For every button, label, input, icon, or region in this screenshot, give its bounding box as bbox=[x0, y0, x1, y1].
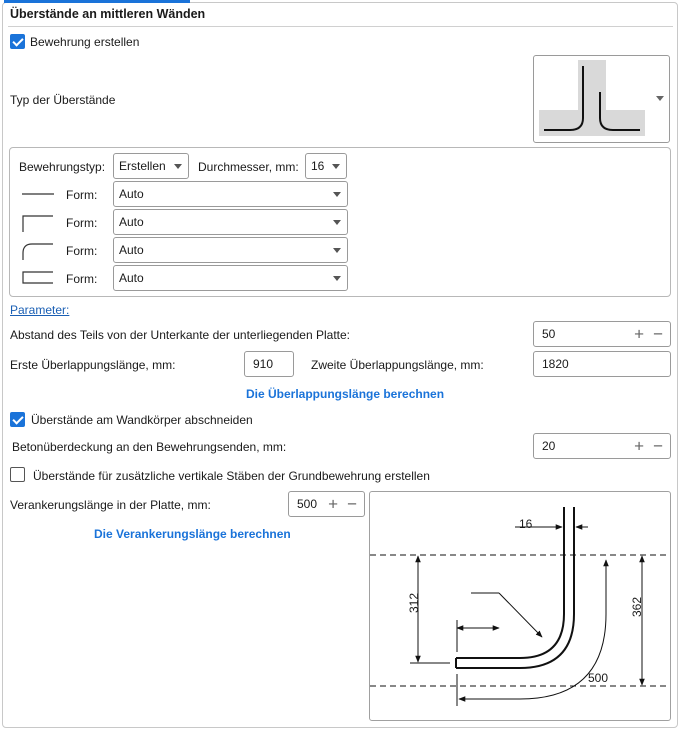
straight-bar-icon bbox=[22, 193, 54, 195]
create-reinforcement-checkbox[interactable] bbox=[10, 34, 25, 49]
form-value-1: Auto bbox=[119, 187, 144, 201]
anchorage-spinner[interactable]: 500 + − bbox=[288, 491, 365, 517]
form-label-3: Form: bbox=[66, 244, 98, 258]
tab-accent bbox=[4, 0, 190, 3]
anchorage-diagram: 16 312 362 500 bbox=[369, 491, 671, 721]
concrete-cover-label: Betonüberdeckung an den Bewehrungsenden,… bbox=[12, 440, 287, 454]
form-select-2[interactable]: Auto bbox=[113, 209, 348, 235]
plus-icon[interactable]: + bbox=[328, 496, 338, 513]
cut-overhangs-checkbox[interactable] bbox=[10, 412, 25, 427]
anchorage-label: Verankerungslänge in der Platte, mm: bbox=[10, 498, 211, 512]
form-label-1: Form: bbox=[66, 188, 98, 202]
first-overlap-value: 910 bbox=[253, 357, 274, 371]
chevron-down-icon bbox=[174, 164, 182, 169]
second-overlap-value: 1820 bbox=[542, 357, 569, 371]
overhang-type-selector[interactable] bbox=[533, 55, 670, 143]
chevron-down-icon bbox=[333, 248, 341, 253]
distance-spinner[interactable]: 50 + − bbox=[533, 321, 671, 347]
overhang-type-label: Typ der Überstände bbox=[10, 93, 116, 107]
first-overlap-input[interactable]: 910 bbox=[244, 351, 294, 377]
extra-vertical-checkbox[interactable] bbox=[10, 467, 25, 482]
second-overlap-input[interactable]: 1820 bbox=[533, 351, 671, 377]
section-title: Überstände an mittleren Wänden bbox=[10, 7, 206, 21]
u-bar-icon bbox=[22, 271, 53, 284]
chevron-down-icon bbox=[333, 192, 341, 197]
l-bar-icon bbox=[22, 215, 53, 232]
dim-bar-diameter: 16 bbox=[519, 517, 533, 531]
reinforcement-type-value: Erstellen bbox=[119, 159, 166, 173]
distance-value: 50 bbox=[542, 327, 556, 341]
overhang-type-preview-icon bbox=[539, 60, 645, 136]
bent-bar-icon bbox=[22, 243, 53, 260]
minus-icon[interactable]: − bbox=[653, 326, 663, 343]
overhang-type-dropdown-arrow[interactable] bbox=[656, 96, 664, 101]
form-label-4: Form: bbox=[66, 272, 98, 286]
second-overlap-label: Zweite Überlappungslänge, mm: bbox=[311, 358, 484, 372]
first-overlap-label: Erste Überlappungslänge, mm: bbox=[10, 358, 176, 372]
diameter-value: 16 bbox=[311, 159, 325, 173]
calc-overlap-button[interactable]: Die Überlappungslänge berechnen bbox=[246, 387, 444, 401]
chevron-down-icon bbox=[332, 164, 340, 169]
calc-anchorage-button[interactable]: Die Verankerungslänge berechnen bbox=[94, 527, 291, 541]
dim-inner-height: 312 bbox=[407, 592, 422, 614]
minus-icon[interactable]: − bbox=[653, 438, 663, 455]
minus-icon[interactable]: − bbox=[347, 496, 357, 513]
create-reinforcement-label: Bewehrung erstellen bbox=[30, 35, 140, 49]
form-value-2: Auto bbox=[119, 215, 144, 229]
extra-vertical-label: Überstände für zusätzliche vertikale Stä… bbox=[33, 469, 430, 483]
form-select-1[interactable]: Auto bbox=[113, 181, 348, 207]
chevron-down-icon bbox=[333, 220, 341, 225]
plus-icon[interactable]: + bbox=[634, 438, 644, 455]
cut-overhangs-label: Überstände am Wandkörper abschneiden bbox=[31, 413, 253, 427]
form-select-4[interactable]: Auto bbox=[113, 265, 348, 291]
plus-icon[interactable]: + bbox=[634, 326, 644, 343]
dim-outer-height: 362 bbox=[630, 596, 645, 618]
title-divider bbox=[8, 26, 673, 27]
form-label-2: Form: bbox=[66, 216, 98, 230]
form-value-3: Auto bbox=[119, 243, 144, 257]
distance-label: Abstand des Teils von der Unterkante der… bbox=[10, 328, 350, 342]
diameter-select[interactable]: 16 bbox=[305, 153, 347, 179]
reinforcement-type-label: Bewehrungstyp: bbox=[19, 160, 106, 174]
form-value-4: Auto bbox=[119, 271, 144, 285]
anchorage-value: 500 bbox=[297, 497, 318, 511]
chevron-down-icon bbox=[333, 276, 341, 281]
reinforcement-type-select[interactable]: Erstellen bbox=[113, 153, 189, 179]
dim-anchorage-length: 500 bbox=[588, 671, 609, 685]
form-select-3[interactable]: Auto bbox=[113, 237, 348, 263]
parameters-link[interactable]: Parameter: bbox=[10, 303, 69, 317]
concrete-cover-spinner[interactable]: 20 + − bbox=[533, 433, 671, 459]
diameter-label: Durchmesser, mm: bbox=[198, 160, 299, 174]
concrete-cover-value: 20 bbox=[542, 439, 556, 453]
